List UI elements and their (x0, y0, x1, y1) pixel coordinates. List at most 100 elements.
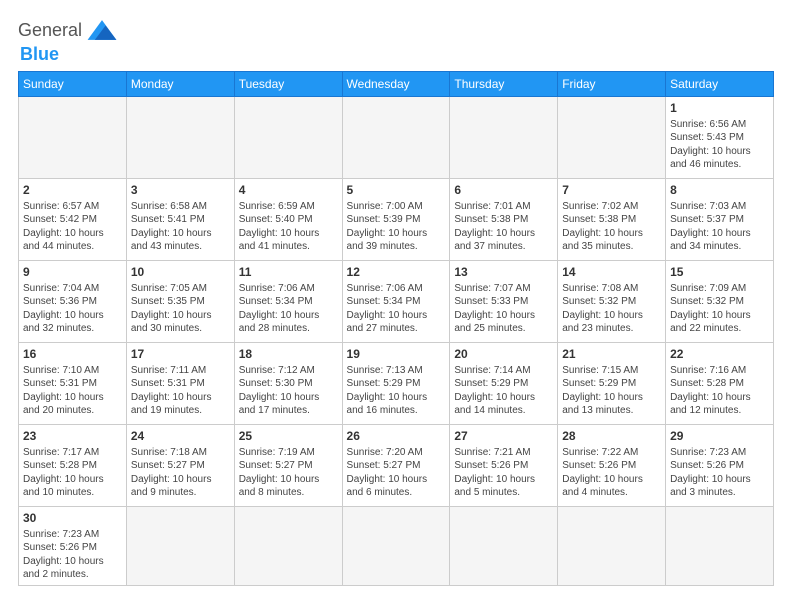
calendar-day-11: 11Sunrise: 7:06 AM Sunset: 5:34 PM Dayli… (234, 261, 342, 343)
calendar-empty-cell (234, 507, 342, 586)
weekday-header-tuesday: Tuesday (234, 72, 342, 97)
day-info: Sunrise: 7:12 AM Sunset: 5:30 PM Dayligh… (239, 364, 338, 418)
day-info: Sunrise: 7:14 AM Sunset: 5:29 PM Dayligh… (454, 364, 553, 418)
calendar-week-row: 30Sunrise: 7:23 AM Sunset: 5:26 PM Dayli… (19, 507, 774, 586)
calendar-week-row: 16Sunrise: 7:10 AM Sunset: 5:31 PM Dayli… (19, 343, 774, 425)
day-number: 30 (23, 510, 122, 527)
calendar-day-9: 9Sunrise: 7:04 AM Sunset: 5:36 PM Daylig… (19, 261, 127, 343)
calendar-empty-cell (450, 97, 558, 179)
day-number: 13 (454, 264, 553, 281)
day-info: Sunrise: 7:23 AM Sunset: 5:26 PM Dayligh… (670, 446, 769, 500)
day-number: 3 (131, 182, 230, 199)
calendar-day-3: 3Sunrise: 6:58 AM Sunset: 5:41 PM Daylig… (126, 179, 234, 261)
header: General Blue (18, 16, 774, 65)
day-number: 14 (562, 264, 661, 281)
calendar-day-21: 21Sunrise: 7:15 AM Sunset: 5:29 PM Dayli… (558, 343, 666, 425)
day-info: Sunrise: 7:11 AM Sunset: 5:31 PM Dayligh… (131, 364, 230, 418)
calendar-day-18: 18Sunrise: 7:12 AM Sunset: 5:30 PM Dayli… (234, 343, 342, 425)
day-info: Sunrise: 7:07 AM Sunset: 5:33 PM Dayligh… (454, 282, 553, 336)
day-info: Sunrise: 6:57 AM Sunset: 5:42 PM Dayligh… (23, 200, 122, 254)
calendar-week-row: 2Sunrise: 6:57 AM Sunset: 5:42 PM Daylig… (19, 179, 774, 261)
calendar-day-16: 16Sunrise: 7:10 AM Sunset: 5:31 PM Dayli… (19, 343, 127, 425)
day-number: 8 (670, 182, 769, 199)
day-info: Sunrise: 7:17 AM Sunset: 5:28 PM Dayligh… (23, 446, 122, 500)
calendar-empty-cell (558, 507, 666, 586)
calendar-day-17: 17Sunrise: 7:11 AM Sunset: 5:31 PM Dayli… (126, 343, 234, 425)
calendar-day-2: 2Sunrise: 6:57 AM Sunset: 5:42 PM Daylig… (19, 179, 127, 261)
calendar-week-row: 1Sunrise: 6:56 AM Sunset: 5:43 PM Daylig… (19, 97, 774, 179)
day-number: 20 (454, 346, 553, 363)
calendar-day-23: 23Sunrise: 7:17 AM Sunset: 5:28 PM Dayli… (19, 425, 127, 507)
weekday-header-thursday: Thursday (450, 72, 558, 97)
calendar-day-27: 27Sunrise: 7:21 AM Sunset: 5:26 PM Dayli… (450, 425, 558, 507)
calendar-day-4: 4Sunrise: 6:59 AM Sunset: 5:40 PM Daylig… (234, 179, 342, 261)
weekday-header-sunday: Sunday (19, 72, 127, 97)
day-number: 12 (347, 264, 446, 281)
day-info: Sunrise: 7:03 AM Sunset: 5:37 PM Dayligh… (670, 200, 769, 254)
calendar-empty-cell (450, 507, 558, 586)
day-info: Sunrise: 7:22 AM Sunset: 5:26 PM Dayligh… (562, 446, 661, 500)
day-number: 6 (454, 182, 553, 199)
calendar-day-7: 7Sunrise: 7:02 AM Sunset: 5:38 PM Daylig… (558, 179, 666, 261)
day-info: Sunrise: 7:06 AM Sunset: 5:34 PM Dayligh… (239, 282, 338, 336)
calendar-empty-cell (126, 507, 234, 586)
calendar-empty-cell (558, 97, 666, 179)
day-number: 17 (131, 346, 230, 363)
calendar-day-10: 10Sunrise: 7:05 AM Sunset: 5:35 PM Dayli… (126, 261, 234, 343)
day-number: 19 (347, 346, 446, 363)
day-number: 10 (131, 264, 230, 281)
day-number: 4 (239, 182, 338, 199)
day-info: Sunrise: 7:15 AM Sunset: 5:29 PM Dayligh… (562, 364, 661, 418)
day-number: 26 (347, 428, 446, 445)
day-info: Sunrise: 7:08 AM Sunset: 5:32 PM Dayligh… (562, 282, 661, 336)
calendar-day-6: 6Sunrise: 7:01 AM Sunset: 5:38 PM Daylig… (450, 179, 558, 261)
day-info: Sunrise: 7:05 AM Sunset: 5:35 PM Dayligh… (131, 282, 230, 336)
day-info: Sunrise: 7:21 AM Sunset: 5:26 PM Dayligh… (454, 446, 553, 500)
day-number: 24 (131, 428, 230, 445)
day-info: Sunrise: 7:10 AM Sunset: 5:31 PM Dayligh… (23, 364, 122, 418)
day-info: Sunrise: 7:01 AM Sunset: 5:38 PM Dayligh… (454, 200, 553, 254)
calendar-day-1: 1Sunrise: 6:56 AM Sunset: 5:43 PM Daylig… (666, 97, 774, 179)
calendar-day-12: 12Sunrise: 7:06 AM Sunset: 5:34 PM Dayli… (342, 261, 450, 343)
day-info: Sunrise: 6:59 AM Sunset: 5:40 PM Dayligh… (239, 200, 338, 254)
logo-icon (84, 16, 120, 44)
day-info: Sunrise: 7:06 AM Sunset: 5:34 PM Dayligh… (347, 282, 446, 336)
calendar-day-15: 15Sunrise: 7:09 AM Sunset: 5:32 PM Dayli… (666, 261, 774, 343)
weekday-header-wednesday: Wednesday (342, 72, 450, 97)
calendar-day-28: 28Sunrise: 7:22 AM Sunset: 5:26 PM Dayli… (558, 425, 666, 507)
calendar-day-20: 20Sunrise: 7:14 AM Sunset: 5:29 PM Dayli… (450, 343, 558, 425)
calendar-empty-cell (126, 97, 234, 179)
weekday-header-monday: Monday (126, 72, 234, 97)
day-info: Sunrise: 6:58 AM Sunset: 5:41 PM Dayligh… (131, 200, 230, 254)
calendar-day-5: 5Sunrise: 7:00 AM Sunset: 5:39 PM Daylig… (342, 179, 450, 261)
calendar-week-row: 23Sunrise: 7:17 AM Sunset: 5:28 PM Dayli… (19, 425, 774, 507)
day-info: Sunrise: 7:20 AM Sunset: 5:27 PM Dayligh… (347, 446, 446, 500)
calendar-day-30: 30Sunrise: 7:23 AM Sunset: 5:26 PM Dayli… (19, 507, 127, 586)
day-info: Sunrise: 6:56 AM Sunset: 5:43 PM Dayligh… (670, 118, 769, 172)
day-number: 5 (347, 182, 446, 199)
day-number: 16 (23, 346, 122, 363)
day-info: Sunrise: 7:18 AM Sunset: 5:27 PM Dayligh… (131, 446, 230, 500)
calendar-empty-cell (19, 97, 127, 179)
day-number: 2 (23, 182, 122, 199)
day-number: 11 (239, 264, 338, 281)
calendar-empty-cell (342, 507, 450, 586)
calendar-day-24: 24Sunrise: 7:18 AM Sunset: 5:27 PM Dayli… (126, 425, 234, 507)
day-number: 25 (239, 428, 338, 445)
day-number: 27 (454, 428, 553, 445)
day-number: 18 (239, 346, 338, 363)
day-number: 9 (23, 264, 122, 281)
calendar-day-14: 14Sunrise: 7:08 AM Sunset: 5:32 PM Dayli… (558, 261, 666, 343)
day-info: Sunrise: 7:19 AM Sunset: 5:27 PM Dayligh… (239, 446, 338, 500)
page: General Blue SundayMondayTuesdayWednesda… (0, 0, 792, 612)
calendar-day-22: 22Sunrise: 7:16 AM Sunset: 5:28 PM Dayli… (666, 343, 774, 425)
calendar-day-19: 19Sunrise: 7:13 AM Sunset: 5:29 PM Dayli… (342, 343, 450, 425)
calendar-week-row: 9Sunrise: 7:04 AM Sunset: 5:36 PM Daylig… (19, 261, 774, 343)
calendar-empty-cell (234, 97, 342, 179)
logo-text: General (18, 21, 82, 39)
day-number: 1 (670, 100, 769, 117)
weekday-header-saturday: Saturday (666, 72, 774, 97)
calendar-empty-cell (666, 507, 774, 586)
day-number: 22 (670, 346, 769, 363)
day-number: 28 (562, 428, 661, 445)
